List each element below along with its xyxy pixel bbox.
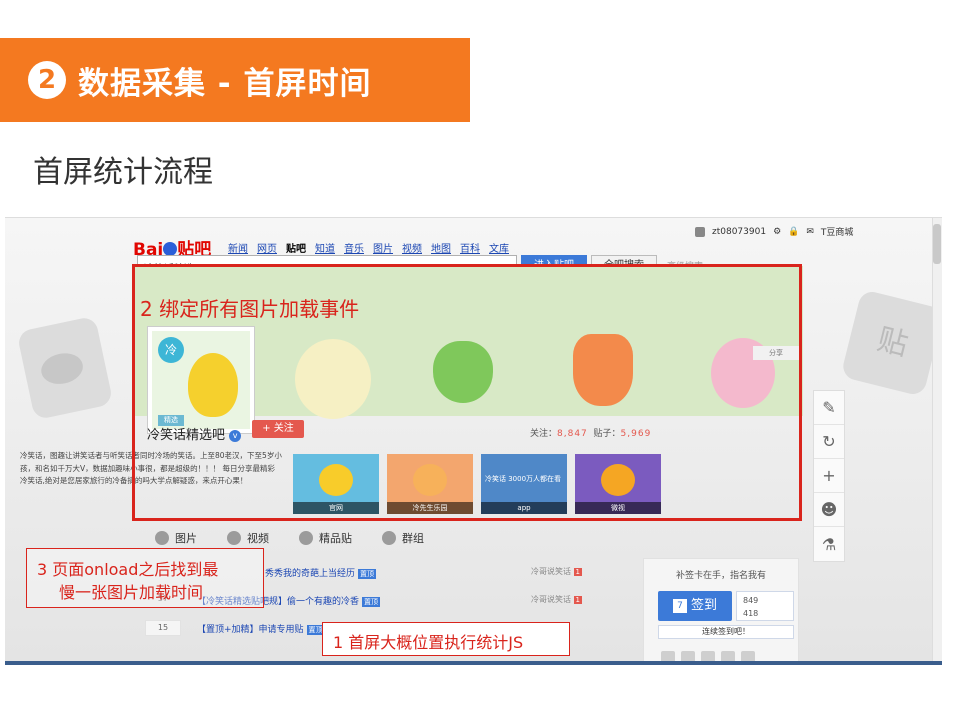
star-icon	[299, 531, 313, 545]
sign-continuous-link[interactable]: 连续签到吧！	[658, 625, 794, 639]
user-icon[interactable]: ☻	[814, 493, 844, 527]
slide-title: 数据采集 - 首屏时间	[78, 65, 372, 102]
nav-wenku[interactable]: 文库	[489, 240, 509, 255]
sign-stats: 849 418	[736, 591, 794, 621]
annotation-label-3b: 慢一张图片加载时间	[59, 583, 204, 602]
nav-video[interactable]: 视频	[402, 240, 422, 255]
tab-groups[interactable]: 群组	[382, 530, 424, 546]
mall-link[interactable]: T豆商城	[821, 225, 854, 238]
camera-icon	[155, 531, 169, 545]
tab-video[interactable]: 视频	[227, 530, 269, 546]
group-icon	[382, 531, 396, 545]
scroll-thumb[interactable]	[933, 224, 941, 264]
tab-images[interactable]: 图片	[155, 530, 197, 546]
sign-header: 补签卡在手，指名我有	[675, 571, 766, 581]
annotation-label-3a: 3 页面onload之后找到最	[37, 560, 219, 579]
section-number: 2	[28, 61, 66, 99]
nav-music[interactable]: 音乐	[344, 240, 364, 255]
slide: 2 数据采集 - 首屏时间 首屏统计流程 贴 Bai 贴吧 新闻 网页 贴吧 知道…	[0, 0, 972, 727]
user-avatar-icon[interactable]	[695, 226, 705, 237]
nav-tieba[interactable]: 贴吧	[286, 240, 306, 255]
settings-icon[interactable]: ⚙	[773, 227, 781, 237]
lock-icon[interactable]: 🔒	[788, 227, 799, 237]
content-tabs: 图片 视频 精品贴 群组	[155, 530, 424, 546]
plus-icon[interactable]: +	[814, 459, 844, 493]
sign-in-card: 补签卡在手，指名我有 7 签到 849 418 连续签到吧！	[643, 558, 799, 663]
nav-map[interactable]: 地图	[431, 240, 451, 255]
calendar-icon: 7	[672, 599, 687, 613]
nav-web[interactable]: 网页	[257, 240, 277, 255]
title-band: 2 数据采集 - 首屏时间	[0, 38, 470, 122]
annotation-box-1: 1 首屏大概位置执行统计JS	[322, 622, 570, 656]
username[interactable]: zt08073901	[712, 227, 766, 237]
slide-subtitle: 首屏统计流程	[33, 155, 213, 190]
sign-in-button[interactable]: 7 签到	[658, 591, 732, 621]
side-toolbar: ✎ ↻ + ☻ ⚗	[813, 390, 845, 562]
nav-baike[interactable]: 百科	[460, 240, 480, 255]
annotation-label-1: 1 首屏大概位置执行统计JS	[333, 633, 524, 652]
paw-icon	[163, 242, 178, 256]
user-bar: zt08073901 ⚙ 🔒 ✉ T豆商城	[695, 225, 853, 238]
tab-featured[interactable]: 精品贴	[299, 530, 352, 546]
baidu-nav: 新闻 网页 贴吧 知道 音乐 图片 视频 地图 百科 文库	[228, 240, 509, 255]
edit-icon[interactable]: ✎	[814, 391, 844, 425]
flask-icon[interactable]: ⚗	[814, 527, 844, 561]
nav-zhidao[interactable]: 知道	[315, 240, 335, 255]
screenshot-bottom-border	[5, 661, 942, 665]
video-icon	[227, 531, 241, 545]
nav-images[interactable]: 图片	[373, 240, 393, 255]
annotation-label-2: 2 绑定所有图片加载事件	[140, 297, 360, 321]
nav-news[interactable]: 新闻	[228, 240, 248, 255]
scrollbar[interactable]	[932, 218, 942, 663]
mail-icon[interactable]: ✉	[806, 227, 814, 237]
refresh-icon[interactable]: ↻	[814, 425, 844, 459]
annotation-box-3: 3 页面onload之后找到最 慢一张图片加载时间	[26, 548, 264, 608]
